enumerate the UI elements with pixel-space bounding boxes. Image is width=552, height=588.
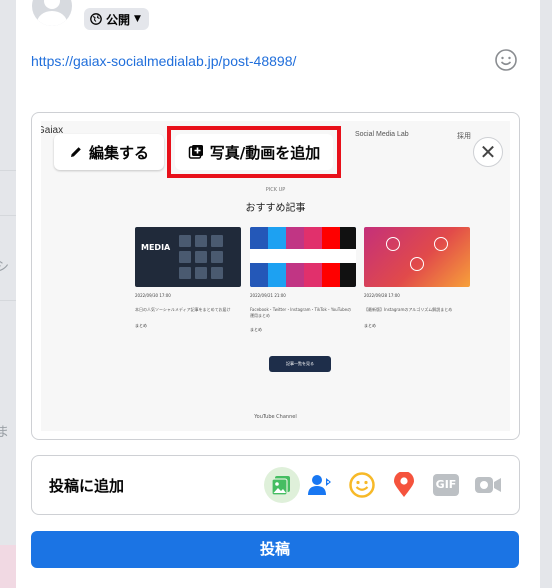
- article-tag: まとめ: [364, 323, 376, 328]
- feed-text-fragment: ま: [0, 425, 10, 440]
- add-to-post-label: 投稿に追加: [49, 477, 125, 495]
- live-video-icon[interactable]: [472, 469, 504, 501]
- link-preview-image: Gaiax Social Media Lab 採用 PICK UP おすすめ記事…: [41, 121, 510, 431]
- close-icon: ✕: [479, 140, 497, 164]
- feed-divider: [0, 215, 16, 216]
- annotation-highlight-box: [167, 126, 341, 178]
- site-nav-item: 採用: [457, 132, 471, 140]
- feed-divider: [0, 170, 16, 171]
- article-date: 2022/09/30 17:00: [135, 293, 171, 298]
- pick-up-label: PICK UP: [265, 187, 286, 193]
- background-edge: [540, 0, 552, 588]
- globe-icon: [90, 13, 102, 25]
- emoji-icon[interactable]: [494, 48, 518, 72]
- thumbnail-badge: MEDIA: [141, 243, 171, 252]
- feeling-icon[interactable]: [346, 469, 378, 501]
- add-to-post-bar: 投稿に追加 GIF: [31, 455, 520, 515]
- article-date: 2022/09/21 21:00: [250, 293, 286, 298]
- article-tag: まとめ: [250, 327, 262, 332]
- more-articles-button: 記事一覧を見る: [269, 356, 331, 372]
- site-name: Social Media Lab: [355, 131, 409, 138]
- article-title: Facebook・Twitter・Instagram・TikTok・YouTub…: [250, 307, 352, 318]
- article-title: 【最新版】Instagramのアルゴリズム解説まとめ: [364, 307, 453, 312]
- edit-label: 編集する: [88, 143, 149, 162]
- gif-icon[interactable]: GIF: [430, 469, 462, 501]
- create-post-dialog: 公開 ▼ https://gaiax-socialmedialab.jp/pos…: [16, 0, 540, 588]
- article-title: 本日の人気ソーシャルメディア記事をまとめてお届け: [135, 307, 231, 312]
- article-tag: まとめ: [135, 323, 147, 328]
- post-button[interactable]: 投稿: [31, 531, 519, 568]
- pencil-icon: [70, 147, 81, 157]
- recommended-heading: おすすめ記事: [245, 203, 306, 214]
- remove-preview-button[interactable]: ✕: [473, 137, 503, 167]
- photo-video-icon[interactable]: [264, 467, 300, 503]
- article-thumbnail: [364, 227, 470, 287]
- feed-text-fragment: シ: [0, 260, 10, 275]
- privacy-selector[interactable]: 公開 ▼: [84, 8, 149, 30]
- background-feed: シ ま: [0, 0, 16, 588]
- link-preview: Gaiax Social Media Lab 採用 PICK UP おすすめ記事…: [31, 112, 520, 440]
- post-text-link[interactable]: https://gaiax-socialmedialab.jp/post-488…: [31, 53, 296, 69]
- article-thumbnail: [250, 227, 356, 287]
- feed-divider: [0, 300, 16, 301]
- gif-label: GIF: [433, 474, 459, 496]
- article-thumbnail: MEDIA: [135, 227, 241, 287]
- youtube-channel-label: YouTube Channel: [254, 414, 297, 420]
- avatar[interactable]: [32, 0, 72, 26]
- caret-down-icon: ▼: [134, 14, 141, 24]
- edit-button[interactable]: 編集する: [54, 134, 164, 170]
- tag-people-icon[interactable]: [304, 469, 336, 501]
- article-date: 2022/09/28 17:00: [364, 293, 400, 298]
- background-banner: [0, 545, 16, 588]
- privacy-label: 公開: [106, 12, 131, 27]
- check-in-icon[interactable]: [388, 469, 420, 501]
